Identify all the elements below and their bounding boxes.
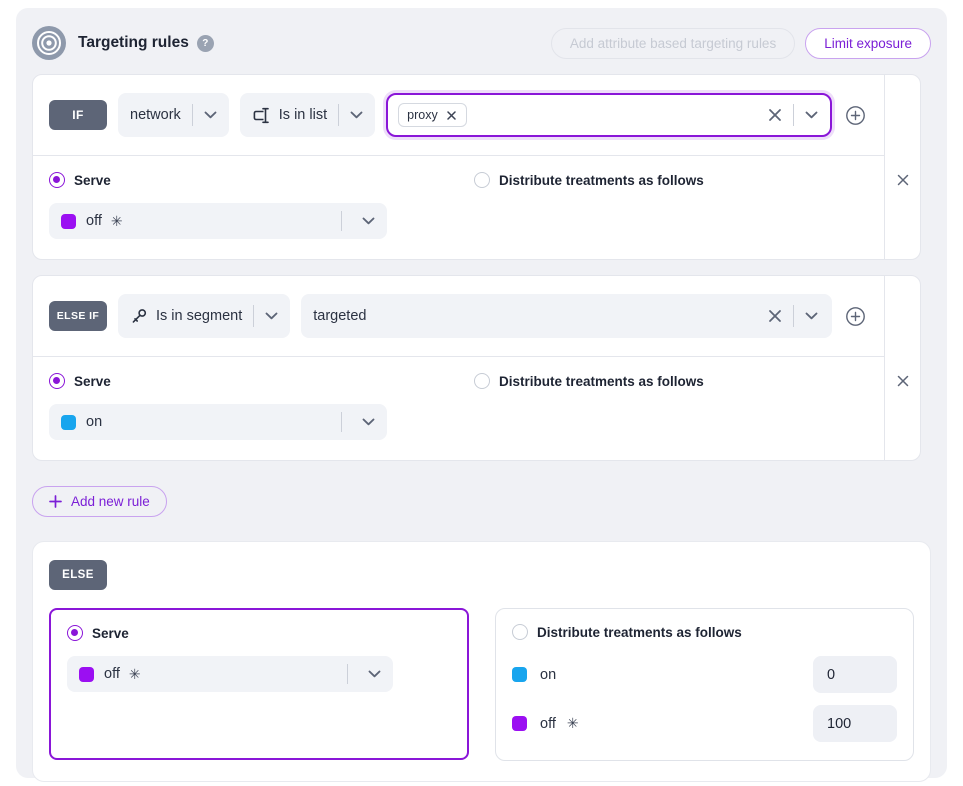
distribution-row: on <box>512 656 897 693</box>
segment-value-input[interactable] <box>301 294 832 338</box>
segment-key-icon <box>130 308 148 325</box>
treatment-color-swatch <box>61 415 76 430</box>
treatment-select[interactable]: on <box>49 404 387 440</box>
distribute-panel[interactable]: Distribute treatments as follows on off … <box>495 608 914 761</box>
treatment-color-swatch <box>79 667 94 682</box>
add-condition-icon[interactable] <box>843 304 868 329</box>
help-icon[interactable]: ? <box>197 35 214 52</box>
radio-selected <box>49 373 65 389</box>
treatment-name: on <box>86 414 102 430</box>
page-title: Targeting rules <box>78 34 189 52</box>
treatment-color-swatch <box>512 667 527 682</box>
rule-card-else-if: ELSE IF Is in segment <box>32 275 921 461</box>
radio-unselected <box>512 624 528 640</box>
chevron-down-icon <box>350 107 363 123</box>
chevron-down-icon <box>368 670 381 678</box>
default-treatment-icon: ✳ <box>567 715 579 732</box>
delete-rule-icon[interactable] <box>895 101 911 259</box>
treatment-select[interactable]: off ✳ <box>49 203 387 239</box>
segment-value-field[interactable] <box>313 308 766 324</box>
serve-panel-selected[interactable]: Serve off ✳ <box>49 608 469 760</box>
condition-row: IF network Is in list <box>33 75 884 156</box>
radio-unselected <box>474 172 490 188</box>
delete-rule-icon[interactable] <box>895 302 911 460</box>
list-values-input[interactable]: proxy <box>386 93 832 137</box>
distribute-radio-option[interactable]: Distribute treatments as follows <box>474 172 704 188</box>
value-chip-label: proxy <box>407 108 438 122</box>
matcher-select[interactable]: Is in segment <box>118 294 290 338</box>
chevron-down-icon[interactable] <box>803 109 820 121</box>
matcher-select[interactable]: Is in list <box>240 93 375 137</box>
default-treatment-icon: ✳ <box>111 213 123 230</box>
chevron-down-icon <box>362 418 375 426</box>
treatment-select[interactable]: off ✳ <box>67 656 393 692</box>
chevron-down-icon <box>362 217 375 225</box>
serve-radio-option[interactable]: Serve <box>49 373 474 389</box>
treatment-name: off <box>86 213 102 229</box>
chevron-down-icon[interactable] <box>803 310 820 322</box>
treatment-name: on <box>540 667 556 683</box>
attribute-select[interactable]: network <box>118 93 229 137</box>
default-treatment-icon: ✳ <box>129 666 141 683</box>
add-new-rule-button[interactable]: Add new rule <box>32 486 167 517</box>
rule-card-if: IF network Is in list <box>32 74 921 260</box>
chip-remove-icon[interactable] <box>445 109 458 122</box>
radio-unselected <box>474 373 490 389</box>
value-chip: proxy <box>398 103 467 127</box>
radio-selected <box>67 625 83 641</box>
serve-radio-option[interactable]: Serve <box>67 625 451 641</box>
if-badge: IF <box>49 100 107 130</box>
distribute-label: Distribute treatments as follows <box>537 625 742 640</box>
percentage-input-off[interactable] <box>813 705 897 742</box>
treatment-name: off <box>104 666 120 682</box>
default-rule-card: ELSE Serve off ✳ <box>32 541 931 782</box>
chevron-down-icon <box>265 308 278 324</box>
distribute-label: Distribute treatments as follows <box>499 173 704 188</box>
percentage-input-on[interactable] <box>813 656 897 693</box>
clear-segment-icon[interactable] <box>766 307 784 325</box>
add-condition-icon[interactable] <box>843 103 868 128</box>
panel-header: Targeting rules ? Add attribute based ta… <box>32 24 931 62</box>
treatment-name: off <box>540 716 556 732</box>
add-new-rule-label: Add new rule <box>71 494 150 509</box>
distribute-radio-option[interactable]: Distribute treatments as follows <box>512 624 897 640</box>
else-badge: ELSE <box>49 560 107 590</box>
distribute-radio-option[interactable]: Distribute treatments as follows <box>474 373 704 389</box>
radio-selected <box>49 172 65 188</box>
matcher-select-value: Is in list <box>279 107 327 123</box>
distribution-row: off ✳ <box>512 705 897 742</box>
targeting-rules-icon <box>32 26 66 60</box>
serve-label: Serve <box>92 626 129 641</box>
attribute-select-value: network <box>130 107 181 123</box>
else-if-badge: ELSE IF <box>49 301 107 331</box>
add-attribute-rules-button: Add attribute based targeting rules <box>551 28 795 59</box>
matcher-select-value: Is in segment <box>156 308 242 324</box>
treatment-color-swatch <box>512 716 527 731</box>
chevron-down-icon <box>204 107 217 123</box>
limit-exposure-button[interactable]: Limit exposure <box>805 28 931 59</box>
serve-label: Serve <box>74 374 111 389</box>
targeting-rules-panel: Targeting rules ? Add attribute based ta… <box>16 8 947 778</box>
serve-label: Serve <box>74 173 111 188</box>
serve-radio-option[interactable]: Serve <box>49 172 474 188</box>
string-matcher-icon <box>252 107 271 124</box>
condition-row: ELSE IF Is in segment <box>33 276 884 357</box>
plus-icon <box>49 495 62 508</box>
distribute-label: Distribute treatments as follows <box>499 374 704 389</box>
treatment-color-swatch <box>61 214 76 229</box>
clear-values-icon[interactable] <box>766 106 784 124</box>
